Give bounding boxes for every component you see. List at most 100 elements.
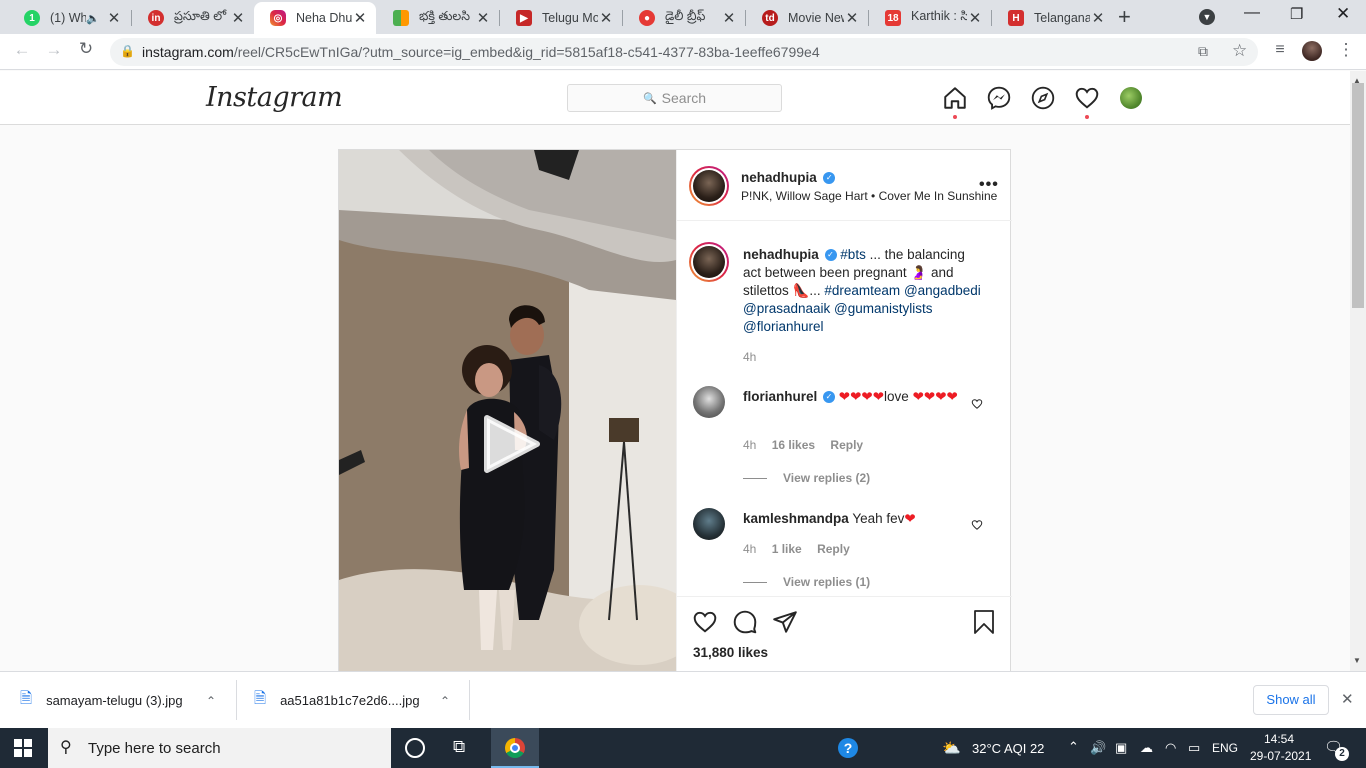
task-view-icon[interactable]: ⧉ (453, 737, 465, 757)
video-frame (339, 150, 676, 671)
close-tab-icon[interactable]: ✕ (844, 9, 860, 27)
chrome-taskbar-button[interactable] (491, 728, 539, 768)
media-control-icon[interactable]: ≡ (1268, 41, 1292, 59)
address-bar[interactable]: 🔒 instagram.com/reel/CR5cEwTnIGa/?utm_so… (110, 38, 1258, 66)
instagram-logo[interactable]: Instagram (206, 82, 343, 113)
chevron-up-icon[interactable]: ⌃ (440, 694, 450, 708)
tab-daily-brief[interactable]: ● డైలీ బ్రీఫ్ ✕ (623, 2, 745, 34)
camera-icon[interactable]: ▣ (1115, 740, 1127, 756)
replies-line (743, 478, 767, 479)
taskbar-search-input[interactable]: ⚲ Type here to search (48, 728, 391, 768)
tab-prasuti[interactable]: in ప్రసూతి లో ✕ (132, 2, 254, 34)
menu-icon[interactable]: ⋮ (1334, 40, 1358, 60)
tab-whatsapp[interactable]: 1 (1) Wh 🔈 ✕ (8, 2, 130, 34)
share-icon[interactable] (772, 609, 798, 635)
profile-avatar[interactable] (1302, 41, 1322, 61)
tab-bhakti[interactable]: భక్తి తులసి ✕ (377, 2, 499, 34)
wifi-icon[interactable]: ◠ (1165, 740, 1176, 756)
messenger-icon[interactable] (986, 85, 1012, 111)
ig-header: Instagram 🔍 Search (0, 71, 1350, 125)
speaker-icon[interactable]: 🔈 (86, 12, 100, 25)
back-icon[interactable]: ← (10, 40, 34, 60)
volume-icon[interactable]: 🔊 (1090, 740, 1106, 756)
windows-start-icon[interactable] (14, 739, 32, 757)
close-tab-icon[interactable]: ✕ (475, 9, 491, 27)
home-icon[interactable] (942, 85, 968, 111)
explore-icon[interactable] (1030, 85, 1056, 111)
close-tab-icon[interactable]: ✕ (230, 9, 246, 27)
battery-icon[interactable]: ▭ (1188, 740, 1200, 756)
commenter-avatar[interactable] (693, 386, 725, 418)
like-icon[interactable] (692, 609, 718, 635)
download-item[interactable]: 🗎 aa51a81b1c7e2d6....jpg ⌃ (254, 672, 464, 729)
audio-track[interactable]: P!NK, Willow Sage Hart • Cover Me In Sun… (741, 189, 997, 203)
like-comment-icon[interactable] (971, 519, 983, 531)
like-comment-icon[interactable] (971, 398, 983, 410)
tab-telangana[interactable]: H Telangana ✕ (992, 2, 1114, 34)
comment-meta: 4h 1 like Reply (743, 542, 850, 556)
show-all-button[interactable]: Show all (1253, 685, 1329, 715)
likes-count[interactable]: 31,880 likes (693, 645, 768, 660)
chevron-up-icon[interactable]: ⌃ (1068, 739, 1079, 755)
tab-movie-news[interactable]: td Movie New ✕ (746, 2, 868, 34)
close-window-button[interactable]: ✕ (1336, 4, 1350, 24)
close-tab-icon[interactable]: ✕ (967, 9, 983, 27)
download-item[interactable]: 🗎 samayam-telugu (3).jpg ⌃ (20, 672, 230, 729)
page-scrollbar[interactable]: ▲ ▼ (1350, 71, 1366, 671)
new-tab-button[interactable]: + (1118, 4, 1131, 30)
file-icon: 🗎 (254, 690, 267, 707)
comment-icon[interactable] (732, 609, 758, 635)
language-indicator[interactable]: ENG (1212, 741, 1238, 755)
play-icon[interactable] (479, 412, 543, 476)
more-options-icon[interactable]: ••• (979, 176, 999, 194)
close-tab-icon[interactable]: ✕ (1090, 9, 1106, 27)
close-tab-icon[interactable]: ✕ (106, 9, 122, 27)
site-icon: H (1008, 10, 1024, 26)
profile-avatar[interactable] (1120, 87, 1142, 109)
site-icon: 18 (885, 10, 901, 26)
tab-karthik[interactable]: 18 Karthik : సి ✕ (869, 2, 991, 34)
clock-time[interactable]: 14:54 (1264, 732, 1294, 746)
replies-line (743, 582, 767, 583)
save-bookmark-icon[interactable] (972, 609, 996, 635)
location-pin-icon: ● (639, 10, 655, 26)
site-icon (393, 10, 409, 26)
help-icon[interactable]: ? (838, 738, 858, 758)
view-replies-button[interactable]: View replies (2) (783, 471, 870, 485)
tab-neha-dhupia[interactable]: ◎ Neha Dhup ✕ (254, 2, 376, 34)
clock-date[interactable]: 29-07-2021 (1250, 749, 1311, 763)
close-tab-icon[interactable]: ✕ (352, 9, 368, 27)
view-replies-button[interactable]: View replies (1) (783, 575, 870, 589)
cloud-icon[interactable]: ☁ (1140, 740, 1153, 756)
cortana-icon[interactable] (405, 738, 425, 758)
close-tab-icon[interactable]: ✕ (721, 9, 737, 27)
heart-emoji-icon: ❤❤❤❤ (838, 389, 885, 404)
forward-icon[interactable]: → (42, 40, 66, 60)
owner-username[interactable]: nehadhupia (741, 170, 817, 185)
weather-text[interactable]: 32°C AQI 22 (972, 741, 1044, 756)
translate-icon[interactable]: ⧉ (1198, 43, 1208, 60)
chevron-up-icon[interactable]: ⌃ (206, 694, 216, 708)
close-downloads-icon[interactable]: ✕ (1341, 690, 1354, 708)
commenter-avatar[interactable] (693, 508, 725, 540)
activity-heart-icon[interactable] (1074, 85, 1100, 111)
tab-search-icon[interactable]: ▼ (1199, 9, 1215, 25)
scrollbar-thumb[interactable] (1352, 83, 1364, 308)
downloads-bar: 🗎 samayam-telugu (3).jpg ⌃ 🗎 aa51a81b1c7… (0, 671, 1366, 728)
close-tab-icon[interactable]: ✕ (598, 9, 614, 27)
restore-button[interactable]: ❐ (1290, 5, 1303, 23)
caption-avatar[interactable] (689, 242, 729, 282)
tab-telugu-movies[interactable]: ▶ Telugu Mo ✕ (500, 2, 622, 34)
caption-timestamp: 4h (743, 350, 757, 364)
comment-text: florianhurel ✓ ❤❤❤❤love ❤❤❤❤ (743, 389, 958, 404)
owner-avatar[interactable] (689, 166, 729, 206)
reload-icon[interactable]: ↻ (74, 39, 98, 59)
minimize-button[interactable]: — (1244, 4, 1260, 22)
search-input[interactable]: 🔍 Search (567, 84, 782, 112)
verified-badge-icon: ✓ (824, 249, 837, 262)
high-heel-emoji-icon: 👠 (792, 283, 810, 298)
post-header: nehadhupia ✓ P!NK, Willow Sage Hart • Co… (677, 150, 1012, 221)
reel-video[interactable] (339, 150, 676, 671)
bookmark-star-icon[interactable]: ☆ (1232, 41, 1247, 61)
weather-icon: ⛅ (942, 740, 961, 757)
